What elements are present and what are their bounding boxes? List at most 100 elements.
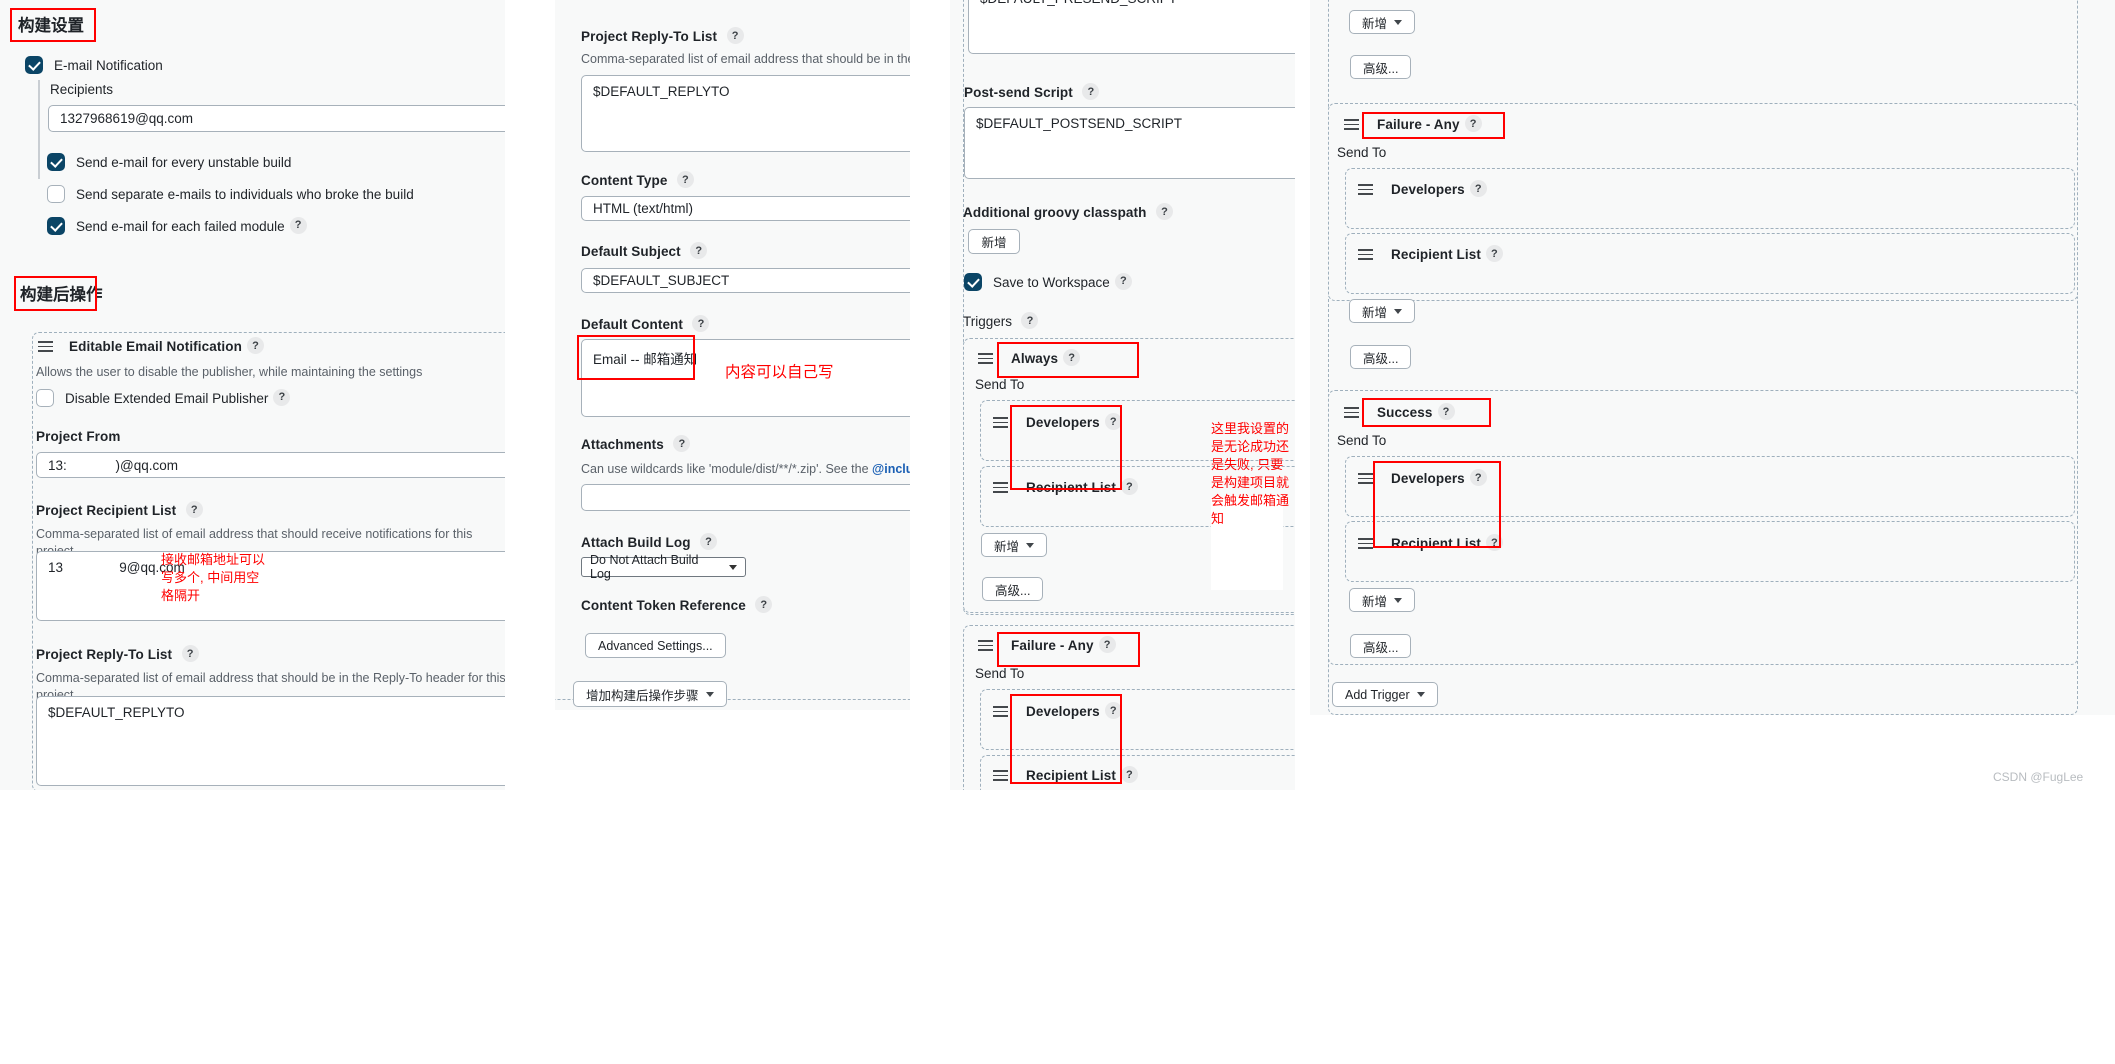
- recipient-list-header-failure[interactable]: Recipient List ?: [993, 766, 1138, 784]
- default-content-label-row: Default Content ?: [581, 315, 710, 334]
- checkbox-save-to-workspace[interactable]: Save to Workspace ?: [964, 272, 1132, 291]
- add-post-build-step-button[interactable]: 增加构建后操作步骤: [573, 681, 727, 707]
- checkbox-failed-module[interactable]: Send e-mail for each failed module ?: [47, 216, 307, 235]
- advanced-button-always[interactable]: 高级...: [982, 577, 1044, 601]
- drag-handle-icon[interactable]: [978, 353, 993, 364]
- advanced-button-top[interactable]: 高级...: [1350, 55, 1412, 79]
- col4-advanced-button-success[interactable]: 高级...: [1350, 634, 1412, 658]
- checkbox-box[interactable]: [47, 217, 65, 235]
- drag-handle-icon[interactable]: [1344, 119, 1359, 130]
- checkbox-box[interactable]: [964, 273, 982, 291]
- help-icon[interactable]: ?: [673, 435, 691, 453]
- help-icon[interactable]: ?: [726, 27, 744, 45]
- add-recipient-dropdown[interactable]: 新增: [981, 533, 1048, 557]
- col4-trigger-failure-any-header[interactable]: Failure - Any ?: [1344, 115, 1482, 133]
- recipient-list-header[interactable]: Recipient List ?: [993, 478, 1138, 496]
- checkbox-box[interactable]: [47, 185, 65, 203]
- help-icon[interactable]: ?: [1120, 766, 1138, 783]
- add-classpath-button[interactable]: 新增: [968, 229, 1020, 254]
- help-icon[interactable]: ?: [1120, 478, 1138, 495]
- col4-send-to-success: Send To: [1337, 433, 1387, 448]
- help-icon[interactable]: ?: [1104, 702, 1122, 719]
- checkbox-box[interactable]: [36, 389, 54, 407]
- editable-email-notification-header[interactable]: Editable Email Notification ?: [38, 337, 264, 355]
- help-icon[interactable]: ?: [1063, 349, 1081, 366]
- help-icon[interactable]: ?: [1485, 245, 1503, 262]
- add-trigger-button[interactable]: Add Trigger: [1332, 682, 1438, 707]
- col2-project-reply-to-input[interactable]: $DEFAULT_REPLYTO: [581, 75, 910, 152]
- presend-script-input[interactable]: $DEFAULT_PRESEND_SCRIPT: [968, 0, 1295, 54]
- project-reply-to-input[interactable]: $DEFAULT_REPLYTO: [36, 696, 505, 786]
- trigger-name: Failure - Any: [1011, 638, 1094, 653]
- col2-project-reply-to-desc: Comma-separated list of email address th…: [581, 52, 910, 66]
- help-icon[interactable]: ?: [692, 315, 710, 333]
- drag-handle-icon[interactable]: [993, 417, 1008, 428]
- ant-fileset-link[interactable]: @includes of Ant f: [872, 462, 910, 476]
- drag-handle-icon[interactable]: [993, 706, 1008, 717]
- send-to-label-failure: Send To: [975, 666, 1025, 681]
- help-icon[interactable]: ?: [1104, 413, 1122, 430]
- col4-developers-header-failure[interactable]: Developers ?: [1358, 180, 1487, 198]
- drag-handle-icon[interactable]: [993, 482, 1008, 493]
- help-icon[interactable]: ?: [1437, 403, 1455, 420]
- col4-recipient-list-header-failure[interactable]: Recipient List ?: [1358, 245, 1503, 263]
- help-icon[interactable]: ?: [1464, 115, 1482, 132]
- col4-recipient-list-header-success[interactable]: Recipient List ?: [1358, 534, 1503, 552]
- checkbox-disable-extended-publisher[interactable]: Disable Extended Email Publisher ?: [36, 388, 291, 407]
- help-icon[interactable]: ?: [1082, 83, 1100, 101]
- recipients-input[interactable]: 1327968619@qq.com: [48, 105, 505, 132]
- col4-advanced-button-failure[interactable]: 高级...: [1350, 345, 1412, 369]
- drag-handle-icon[interactable]: [1344, 407, 1359, 418]
- help-icon[interactable]: ?: [1155, 203, 1173, 221]
- col4-trigger-success-header[interactable]: Success ?: [1344, 403, 1455, 421]
- attach-build-log-select[interactable]: Do Not Attach Build Log: [581, 553, 746, 581]
- help-icon[interactable]: ?: [755, 596, 773, 614]
- add-dropdown-top[interactable]: 新增: [1349, 10, 1416, 34]
- help-icon[interactable]: ?: [1469, 469, 1487, 486]
- drag-handle-icon[interactable]: [1358, 473, 1373, 484]
- help-icon[interactable]: ?: [690, 242, 708, 260]
- checkbox-box[interactable]: [25, 56, 43, 74]
- drag-handle-icon[interactable]: [978, 640, 993, 651]
- help-icon[interactable]: ?: [1021, 312, 1039, 330]
- help-icon[interactable]: ?: [1114, 272, 1132, 290]
- recipient-developers-header[interactable]: Developers ?: [993, 413, 1122, 431]
- content-type-select[interactable]: HTML (text/html): [581, 196, 910, 221]
- help-icon[interactable]: ?: [246, 337, 264, 354]
- help-icon[interactable]: ?: [181, 645, 199, 663]
- help-icon[interactable]: ?: [185, 501, 203, 519]
- trigger-failure-any-header[interactable]: Failure - Any ?: [978, 636, 1116, 654]
- checkbox-separate-emails[interactable]: Send separate e-mails to individuals who…: [47, 185, 414, 203]
- help-icon[interactable]: ?: [1485, 534, 1503, 551]
- drag-handle-icon[interactable]: [1358, 184, 1373, 195]
- col4-add-dropdown-failure[interactable]: 新增: [1349, 299, 1416, 323]
- help-icon[interactable]: ?: [1098, 636, 1116, 653]
- col4-developers-header-success[interactable]: Developers ?: [1358, 469, 1487, 487]
- col4-developers-card-failure: [1345, 168, 2075, 229]
- drag-handle-icon[interactable]: [993, 770, 1008, 781]
- project-recipient-list-label-row: Project Recipient List ?: [36, 501, 203, 520]
- recipients-value: 1327968619@qq.com: [60, 111, 194, 126]
- attachments-input[interactable]: [581, 484, 910, 511]
- checkbox-unstable-build[interactable]: Send e-mail for every unstable build: [47, 153, 291, 171]
- advanced-settings-button[interactable]: Advanced Settings...: [585, 633, 726, 658]
- help-icon[interactable]: ?: [676, 171, 694, 189]
- project-recipient-list-input[interactable]: 13 9@qq.com: [36, 551, 505, 621]
- col4-add-dropdown-success[interactable]: 新增: [1349, 588, 1416, 612]
- checkbox-email-notification[interactable]: E-mail Notification: [25, 56, 163, 74]
- post-send-script-input[interactable]: $DEFAULT_POSTSEND_SCRIPT: [964, 107, 1295, 179]
- project-from-input[interactable]: 13: )@qq.com: [36, 452, 505, 478]
- help-icon[interactable]: ?: [273, 388, 291, 406]
- drag-handle-icon[interactable]: [1358, 249, 1373, 260]
- recipient-name: Recipient List: [1026, 768, 1116, 783]
- help-icon[interactable]: ?: [700, 533, 718, 551]
- help-icon[interactable]: ?: [1469, 180, 1487, 197]
- trigger-always-header[interactable]: Always ?: [978, 349, 1081, 367]
- checkbox-box[interactable]: [47, 153, 65, 171]
- recipient-developers-header-failure[interactable]: Developers ?: [993, 702, 1122, 720]
- help-icon[interactable]: ?: [289, 216, 307, 234]
- column-email-content: Project Reply-To List ? Comma-separated …: [555, 0, 910, 710]
- drag-handle-icon[interactable]: [38, 341, 53, 352]
- default-subject-input[interactable]: $DEFAULT_SUBJECT: [581, 268, 910, 293]
- drag-handle-icon[interactable]: [1358, 538, 1373, 549]
